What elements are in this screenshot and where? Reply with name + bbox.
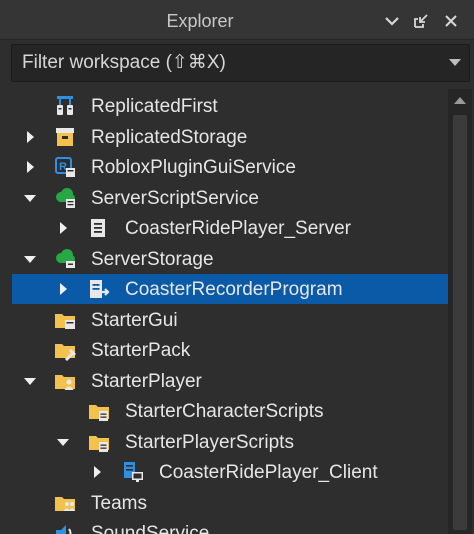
- tree-item-coasterrideplayer-server[interactable]: CoasterRidePlayer_Server: [12, 213, 448, 243]
- tree-item-robloxpluginguiservice[interactable]: R RobloxPluginGuiService: [12, 152, 448, 182]
- tree-item-serverscriptservice[interactable]: ServerScriptService: [12, 183, 448, 213]
- plugin-gui-service-icon: R: [54, 156, 76, 178]
- tree-item-label: Teams: [91, 492, 147, 514]
- starter-gui-icon: [54, 309, 76, 331]
- filter-workspace-input[interactable]: [12, 45, 442, 81]
- tree-item-label: CoasterRidePlayer_Server: [125, 218, 351, 239]
- tree-item-label: ServerScriptService: [91, 187, 259, 209]
- tree-item-teams[interactable]: Teams: [12, 488, 448, 518]
- tree-item-startergui[interactable]: StarterGui: [12, 305, 448, 335]
- close-icon[interactable]: [442, 12, 460, 30]
- tree-item-label: SoundService: [91, 523, 210, 534]
- server-script-service-icon: [54, 187, 76, 209]
- script-icon: [88, 217, 110, 239]
- tree-item-label: CoasterRidePlayer_Client: [159, 462, 378, 483]
- replicated-first-icon: [54, 95, 76, 117]
- expanded-arrow-icon[interactable]: [23, 191, 37, 205]
- scroll-up-icon[interactable]: [454, 97, 466, 104]
- starter-player-icon: [54, 370, 76, 392]
- tree-scrollbar[interactable]: [448, 89, 472, 534]
- tree-item-starterpack[interactable]: StarterPack: [12, 335, 448, 365]
- panel-title: Explorer: [166, 11, 234, 31]
- collapsed-arrow-icon[interactable]: [56, 221, 70, 235]
- tree-item-label: ReplicatedStorage: [91, 126, 248, 148]
- tree-item-replicatedfirst[interactable]: ReplicatedFirst: [12, 91, 448, 121]
- tree-item-label: ReplicatedFirst: [91, 96, 218, 117]
- expanded-arrow-icon[interactable]: [23, 374, 37, 388]
- scroll-thumb[interactable]: [453, 115, 467, 530]
- tree-item-label: RobloxPluginGuiService: [91, 157, 296, 178]
- tree-item-label: ServerStorage: [91, 248, 214, 270]
- tree-item-serverstorage[interactable]: ServerStorage: [12, 244, 448, 274]
- tree-item-coasterrecorderprogram[interactable]: CoasterRecorderProgram: [12, 274, 448, 304]
- tree-item-label: StarterPlayerScripts: [125, 431, 294, 453]
- server-storage-icon: [54, 248, 76, 270]
- dock-undock-icon[interactable]: [412, 12, 430, 30]
- tree-item-soundservice[interactable]: SoundService: [12, 518, 448, 534]
- tree-item-label: StarterCharacterScripts: [125, 401, 324, 422]
- tree-item-coasterrideplayer-client[interactable]: CoasterRidePlayer_Client: [12, 457, 448, 487]
- panel-menu-chevron-icon[interactable]: [383, 12, 401, 30]
- sound-service-icon: [54, 522, 76, 534]
- expanded-arrow-icon[interactable]: [56, 435, 70, 449]
- collapsed-arrow-icon[interactable]: [23, 130, 37, 144]
- filter-workspace-field[interactable]: [11, 44, 470, 82]
- tree-item-label: CoasterRecorderProgram: [125, 279, 343, 300]
- tree-item-label: StarterGui: [91, 309, 178, 331]
- replicated-storage-icon: [54, 126, 76, 148]
- collapsed-arrow-icon[interactable]: [56, 282, 70, 296]
- expanded-arrow-icon[interactable]: [23, 252, 37, 266]
- svg-text:R: R: [59, 161, 67, 173]
- explorer-tree: ReplicatedFirst ReplicatedStorage R RobloxP…: [12, 89, 448, 534]
- filter-dropdown-icon[interactable]: [449, 59, 461, 66]
- explorer-titlebar: Explorer: [0, 0, 474, 40]
- tree-item-label: StarterPlayer: [91, 370, 202, 392]
- teams-icon: [54, 492, 76, 514]
- module-script-icon: [88, 278, 110, 300]
- starter-player-scripts-icon: [88, 431, 110, 453]
- starter-character-scripts-icon: [88, 400, 110, 422]
- tree-item-replicatedstorage[interactable]: ReplicatedStorage: [12, 122, 448, 152]
- tree-item-starterplayer[interactable]: StarterPlayer: [12, 366, 448, 396]
- tree-item-label: StarterPack: [91, 340, 191, 361]
- collapsed-arrow-icon[interactable]: [90, 465, 104, 479]
- starter-pack-icon: [54, 339, 77, 362]
- tree-item-startercharacterscripts[interactable]: StarterCharacterScripts: [12, 396, 448, 426]
- collapsed-arrow-icon[interactable]: [23, 160, 37, 174]
- tree-item-starterplayerscripts[interactable]: StarterPlayerScripts: [12, 427, 448, 457]
- local-script-icon: [122, 461, 144, 483]
